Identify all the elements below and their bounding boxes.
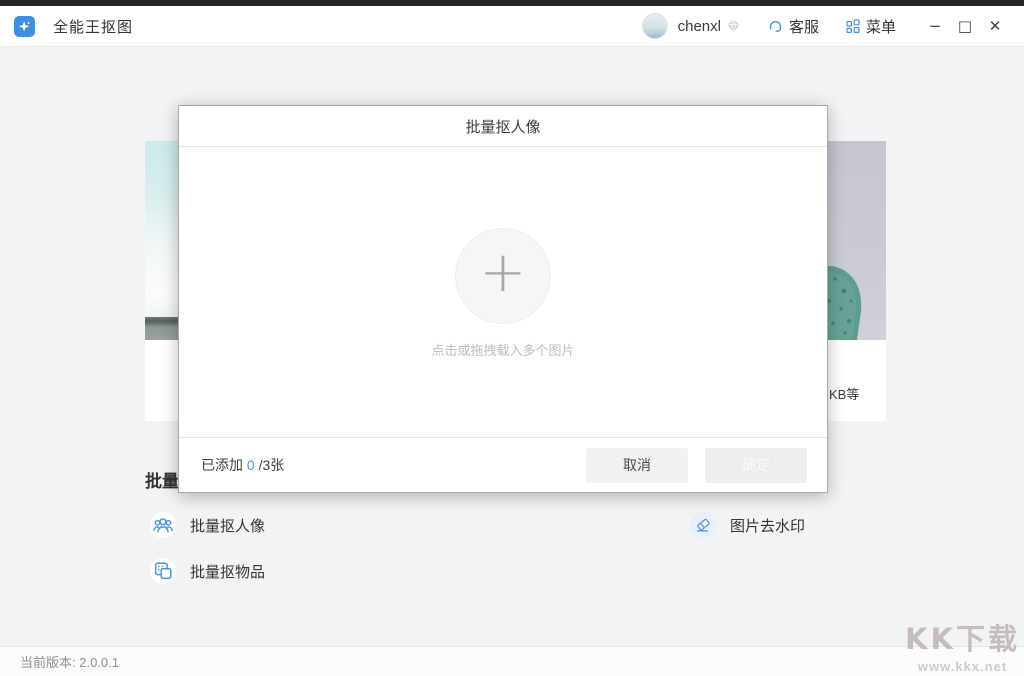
- headset-icon: [767, 18, 784, 35]
- plus-icon: +: [480, 245, 527, 301]
- eraser-icon: [690, 512, 716, 538]
- feature-batch-portrait[interactable]: 批量抠人像: [150, 512, 265, 538]
- screen-edge-strip: [0, 0, 1024, 6]
- customer-service-button[interactable]: 客服: [767, 16, 819, 37]
- minimize-button[interactable]: −: [920, 11, 950, 41]
- batch-portrait-dialog: 批量抠人像 + 点击或拖拽载入多个图片 已添加 0 /3张 取消 确定: [178, 105, 828, 493]
- titlebar: 全能王抠图 chenxl 客服 菜单: [0, 6, 1024, 47]
- user-avatar[interactable]: [642, 13, 668, 39]
- add-images-button[interactable]: +: [455, 228, 551, 324]
- upload-hint-text: 点击或拖拽载入多个图片: [179, 340, 827, 359]
- menu-button[interactable]: 菜单: [845, 16, 896, 37]
- added-count: 0: [247, 457, 255, 473]
- customer-service-label: 客服: [789, 16, 819, 37]
- dialog-body: + 点击或拖拽载入多个图片: [179, 147, 827, 437]
- feature-batch-portrait-label: 批量抠人像: [190, 515, 265, 536]
- close-button[interactable]: ✕: [980, 11, 1010, 41]
- app-logo-icon: [14, 16, 35, 37]
- grid-menu-icon: [845, 18, 861, 34]
- objects-icon: [150, 558, 176, 584]
- version-text: 当前版本: 2.0.0.1: [20, 652, 119, 671]
- added-prefix: 已添加: [201, 457, 243, 473]
- dialog-title-bar: 批量抠人像: [179, 106, 827, 147]
- username[interactable]: chenxl: [678, 18, 721, 35]
- maximize-button[interactable]: □: [950, 11, 980, 41]
- feature-batch-objects-label: 批量抠物品: [190, 561, 265, 582]
- section-title-partial: 批量: [145, 467, 179, 492]
- feature-watermark-removal[interactable]: 图片去水印: [690, 512, 805, 538]
- cancel-button[interactable]: 取消: [586, 448, 688, 483]
- feature-batch-objects[interactable]: 批量抠物品: [150, 558, 265, 584]
- people-icon: [150, 512, 176, 538]
- banner-caption-partial: KB等: [829, 384, 859, 403]
- app-title: 全能王抠图: [53, 16, 133, 37]
- titlebar-right: chenxl 客服 菜单 − □ ✕: [642, 11, 1024, 41]
- feature-watermark-removal-label: 图片去水印: [730, 515, 805, 536]
- menu-label: 菜单: [866, 16, 896, 37]
- dialog-footer: 已添加 0 /3张 取消 确定: [179, 437, 827, 492]
- window-controls: − □ ✕: [920, 11, 1010, 41]
- confirm-button-disabled[interactable]: 确定: [705, 448, 807, 483]
- added-count-status: 已添加 0 /3张: [201, 455, 284, 475]
- vip-badge-icon[interactable]: [726, 19, 741, 33]
- added-total: /3张: [259, 457, 285, 473]
- statusbar: 当前版本: 2.0.0.1: [0, 646, 1024, 676]
- dialog-title: 批量抠人像: [465, 116, 540, 137]
